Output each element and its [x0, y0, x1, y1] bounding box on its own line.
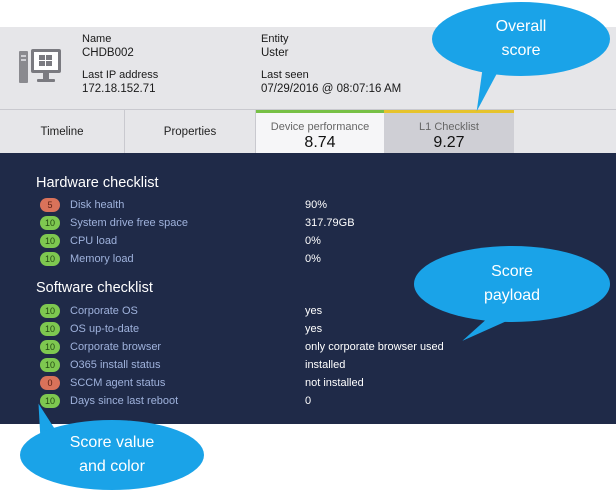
checklist-row: 10 Days since last reboot 0 — [40, 394, 600, 410]
tab-properties[interactable]: Properties — [125, 110, 255, 154]
score-payload-callout: Score payload — [414, 246, 610, 322]
checklist-item-label: OS up-to-date — [70, 323, 140, 335]
entity-label: Entity — [261, 33, 289, 45]
checklist-item-label: System drive free space — [70, 217, 188, 229]
score-badge: 10 — [40, 304, 60, 318]
checklist-item-label: Corporate browser — [70, 341, 162, 353]
score-badge: 10 — [40, 340, 60, 354]
checklist-item-value: 317.79GB — [305, 217, 355, 229]
tab-device-performance[interactable]: Device performance 8.74 — [256, 110, 384, 154]
l1-checklist-score: 9.27 — [433, 134, 465, 151]
ip-value: 172.18.152.71 — [82, 83, 156, 95]
software-checklist-title: Software checklist — [36, 280, 153, 296]
checklist-item-label: Days since last reboot — [70, 395, 179, 407]
checklist-item-value: 0 — [305, 395, 312, 407]
checklist-row: 10 OS up-to-date yes — [40, 322, 600, 338]
entity-value: Uster — [261, 47, 289, 59]
checklist-item-value: installed — [305, 359, 346, 371]
checklist-item-value: only corporate browser used — [305, 341, 444, 353]
checklist-item-value: not installed — [305, 377, 364, 389]
value-callout-line2: and color — [79, 458, 145, 475]
device-performance-label: Device performance — [270, 121, 370, 133]
last-seen-label: Last seen — [261, 69, 309, 81]
tab-l1-checklist[interactable]: L1 Checklist 9.27 — [384, 110, 514, 154]
payload-callout-line1: Score — [491, 263, 533, 280]
payload-callout-line2: payload — [483, 287, 541, 304]
checklist-item-label: O365 install status — [70, 359, 161, 371]
tab-timeline[interactable]: Timeline — [0, 110, 124, 154]
checklist-row: 10 O365 install status installed — [40, 358, 600, 374]
checklist-item-label: Corporate OS — [70, 305, 138, 317]
score-badge: 10 — [40, 358, 60, 372]
checklist-row: 5 Disk health 90% — [40, 198, 600, 214]
overall-score-callout: Overall score — [432, 2, 610, 76]
hardware-checklist-title: Hardware checklist — [36, 175, 159, 191]
overall-callout-line2: score — [501, 42, 541, 59]
checklist-item-value: 0% — [305, 253, 321, 265]
score-badge: 5 — [40, 198, 60, 212]
tab-bar: Timeline Properties Device performance 8… — [0, 109, 616, 154]
checklist-item-value: yes — [305, 323, 323, 335]
score-badge: 0 — [40, 376, 60, 390]
checklist-row: 10 System drive free space 317.79GB — [40, 216, 600, 232]
overall-callout-line1: Overall — [495, 18, 547, 35]
checklist-item-value: 0% — [305, 235, 321, 247]
checklist-item-label: Memory load — [70, 253, 134, 265]
device-performance-score: 8.74 — [304, 134, 336, 151]
checklist-item-value: 90% — [305, 199, 328, 211]
score-badge: 10 — [40, 216, 60, 230]
ip-label: Last IP address — [82, 69, 159, 81]
value-callout-line1: Score value — [69, 434, 155, 451]
score-badge: 10 — [40, 252, 60, 266]
last-seen-value: 07/29/2016 @ 08:07:16 AM — [261, 83, 402, 95]
checklist-item-label: SCCM agent status — [70, 377, 166, 389]
computer-icon — [19, 49, 61, 83]
checklist-row: 0 SCCM agent status not installed — [40, 376, 600, 392]
name-label: Name — [82, 33, 112, 45]
name-value: CHDB002 — [82, 47, 134, 59]
l1-checklist-label: L1 Checklist — [419, 121, 479, 133]
checklist-row: 10 Corporate browser only corporate browse… — [40, 340, 600, 356]
checklist-item-value: yes — [305, 305, 323, 317]
checklist-item-label: CPU load — [70, 235, 118, 247]
checklist-item-label: Disk health — [70, 199, 125, 211]
score-badge: 10 — [40, 234, 60, 248]
score-badge: 10 — [40, 322, 60, 336]
score-value-callout: Score value and color — [20, 420, 204, 490]
